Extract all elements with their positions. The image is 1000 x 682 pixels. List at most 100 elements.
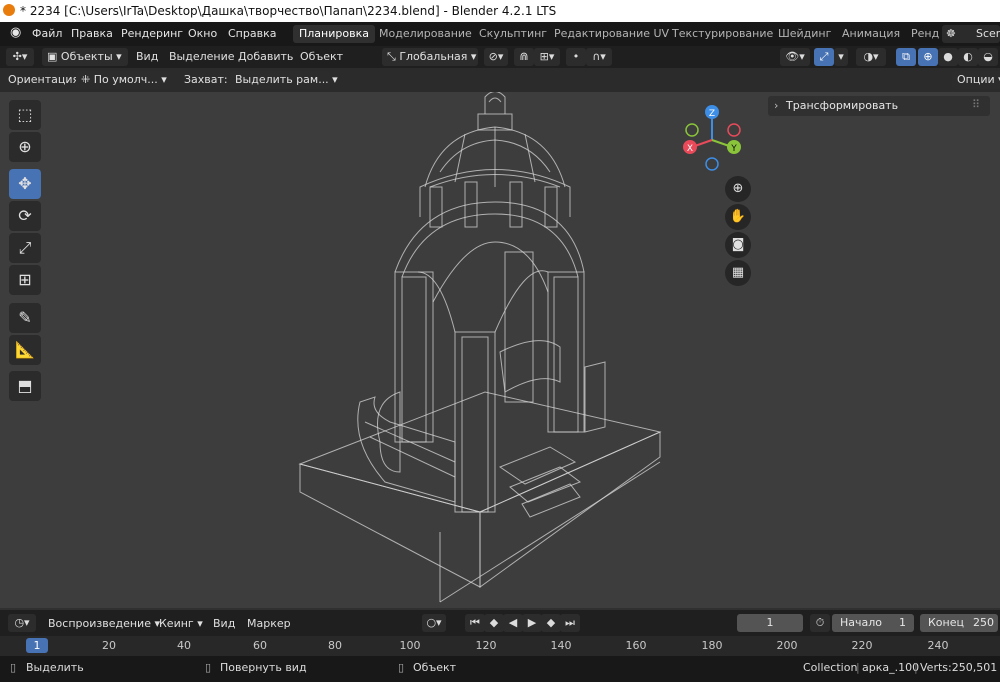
- ruler-tick: 180: [701, 639, 723, 652]
- timeline-editor-icon[interactable]: ◷▾: [8, 614, 36, 632]
- jump-end-icon[interactable]: ⏭: [560, 614, 580, 632]
- start-frame-value: 1: [899, 616, 906, 629]
- ruler-tick: 220: [851, 639, 873, 652]
- overlays-icon[interactable]: ◑▾: [856, 48, 886, 66]
- auto-keying-icon[interactable]: ○▾: [422, 614, 446, 632]
- perspective-grid-icon[interactable]: ▦: [725, 260, 751, 286]
- material-shading-icon[interactable]: ◐: [958, 48, 978, 66]
- gizmo-neg-y-axis[interactable]: [685, 123, 699, 137]
- viewport-header: ✣▾ ▣ Объекты ▾ Вид Выделение Добавить Об…: [0, 46, 1000, 68]
- window-titlebar: * 2234 [C:\Users\IrTa\Desktop\Дашка\твор…: [0, 0, 1000, 22]
- xray-toggle-icon[interactable]: ⧉: [896, 48, 916, 66]
- tab-animation[interactable]: Анимация: [836, 25, 906, 43]
- tab-layout[interactable]: Планировка: [293, 25, 375, 43]
- 3d-viewport[interactable]: ⬚ ⊕ ✥ ⟳ ⤢ ⊞ ✎ 📐 ⬒ Z X Y ⊕ ✋ ◙ ▦ › Трансф…: [0, 92, 1000, 608]
- pivot-point-icon[interactable]: ⊘▾: [484, 48, 508, 66]
- menu-view[interactable]: Вид: [136, 50, 158, 63]
- transform-tool-icon[interactable]: ⊞: [9, 265, 41, 295]
- scene-name: Scen: [976, 27, 1000, 40]
- mode-selector[interactable]: ▣ Объекты ▾: [42, 48, 128, 66]
- navigation-gizmo[interactable]: Z X Y: [676, 100, 748, 176]
- snap-label: Захват:: [184, 73, 228, 86]
- status-separator: |: [856, 661, 860, 674]
- cursor-tool-icon[interactable]: ⊕: [9, 132, 41, 162]
- measure-tool-icon[interactable]: 📐: [9, 335, 41, 365]
- menu-file[interactable]: Файл: [32, 27, 62, 40]
- menu-render[interactable]: Рендеринг: [121, 27, 183, 40]
- camera-view-icon[interactable]: ◙: [725, 232, 751, 258]
- object-mode-icon: ▣: [47, 50, 58, 63]
- tab-shading[interactable]: Шейдинг: [772, 25, 837, 43]
- end-frame-field[interactable]: Конец 250: [920, 614, 998, 632]
- scene-selector[interactable]: ☸ Scen: [942, 25, 1000, 43]
- editor-type-icon[interactable]: ✣▾: [6, 48, 34, 66]
- jump-start-icon[interactable]: ⏮: [465, 614, 485, 632]
- play-reverse-icon[interactable]: ◀: [503, 614, 523, 632]
- visibility-icon[interactable]: 👁▾: [780, 48, 810, 66]
- gizmo-toggle-icon[interactable]: ⤢: [814, 48, 834, 66]
- stopwatch-icon[interactable]: ⏱: [810, 614, 830, 632]
- zoom-icon[interactable]: ⊕: [725, 176, 751, 202]
- rotate-tool-icon[interactable]: ⟳: [9, 201, 41, 231]
- ruler-tick: 1: [33, 639, 41, 652]
- rendered-shading-icon[interactable]: ◒: [978, 48, 998, 66]
- select-box-tool-icon[interactable]: ⬚: [9, 100, 41, 130]
- ruler-tick: 80: [328, 639, 342, 652]
- end-frame-value: 250: [973, 616, 994, 629]
- snap-target-icon[interactable]: ⊞▾: [534, 48, 560, 66]
- window-title: * 2234 [C:\Users\IrTa\Desktop\Дашка\твор…: [20, 4, 557, 18]
- status-collection: Collection: [803, 661, 858, 674]
- current-frame-field[interactable]: 1: [737, 614, 803, 632]
- tab-texture-paint[interactable]: Текстурирование: [666, 25, 779, 43]
- gizmo-neg-x-axis[interactable]: [727, 123, 741, 137]
- menu-timeline-view[interactable]: Вид: [213, 617, 235, 630]
- menu-add[interactable]: Добавить: [238, 50, 293, 63]
- mouse-left-icon: ▯: [10, 661, 17, 674]
- orientation-dropdown[interactable]: ⁜ По умолч... ▾: [76, 71, 170, 89]
- next-keyframe-icon[interactable]: ◆: [541, 614, 561, 632]
- solid-shading-icon[interactable]: ●: [938, 48, 958, 66]
- annotate-tool-icon[interactable]: ✎: [9, 303, 41, 333]
- menu-keying[interactable]: Кеинг ▾: [159, 617, 203, 630]
- status-object-name: арка_.100: [862, 661, 920, 674]
- move-tool-icon[interactable]: ✥: [9, 169, 41, 199]
- scale-tool-icon[interactable]: ⤢: [9, 233, 41, 263]
- gizmo-dropdown-icon[interactable]: ▾: [834, 48, 848, 66]
- menu-marker[interactable]: Маркер: [247, 617, 291, 630]
- menu-window[interactable]: Окно: [188, 27, 217, 40]
- gizmo-neg-z-axis[interactable]: [705, 157, 719, 171]
- pan-hand-icon[interactable]: ✋: [725, 204, 751, 230]
- snap-dropdown[interactable]: Выделить рам... ▾: [230, 71, 338, 89]
- proportional-edit-icon[interactable]: •: [566, 48, 586, 66]
- scene-icon: ☸: [946, 27, 956, 40]
- menu-help[interactable]: Справка: [228, 27, 276, 40]
- transform-panel-header[interactable]: › Трансформировать ⠿: [768, 96, 990, 116]
- wireframe-model[interactable]: [290, 92, 680, 608]
- start-frame-field[interactable]: Начало 1: [832, 614, 914, 632]
- menu-edit[interactable]: Правка: [71, 27, 113, 40]
- menu-playback[interactable]: Воспроизведение ▾: [48, 617, 160, 630]
- timeline-ruler[interactable]: 1 20 40 60 80 100 120 140 160 180 200 22…: [0, 636, 1000, 656]
- options-dropdown[interactable]: Опции ▾: [952, 71, 1000, 89]
- ruler-tick: 40: [177, 639, 191, 652]
- tab-uv-editing[interactable]: Редактирование UV: [548, 25, 675, 43]
- falloff-icon[interactable]: ∩▾: [586, 48, 612, 66]
- ruler-tick: 240: [927, 639, 949, 652]
- ruler-tick: 200: [776, 639, 798, 652]
- mouse-right-icon: ▯: [398, 661, 405, 674]
- status-verts: Verts:250,501: [920, 661, 998, 674]
- tab-modeling[interactable]: Моделирование: [373, 25, 478, 43]
- transform-orientation-dropdown[interactable]: ⤡ Глобальная ▾: [382, 48, 478, 66]
- wireframe-shading-icon[interactable]: ⊕: [918, 48, 938, 66]
- menu-object[interactable]: Объект: [300, 50, 343, 63]
- snap-toggle-icon[interactable]: ⋒: [514, 48, 534, 66]
- prev-keyframe-icon[interactable]: ◆: [484, 614, 504, 632]
- add-cube-tool-icon[interactable]: ⬒: [9, 371, 41, 401]
- drag-handle-icon[interactable]: ⠿: [972, 98, 980, 111]
- tab-rendering[interactable]: Ренд: [905, 25, 945, 43]
- menu-select[interactable]: Выделение: [169, 50, 235, 63]
- tab-sculpting[interactable]: Скульптинг: [473, 25, 553, 43]
- play-icon[interactable]: ▶: [522, 614, 542, 632]
- ruler-tick: 160: [625, 639, 647, 652]
- blender-menu-icon[interactable]: ◉: [10, 25, 21, 40]
